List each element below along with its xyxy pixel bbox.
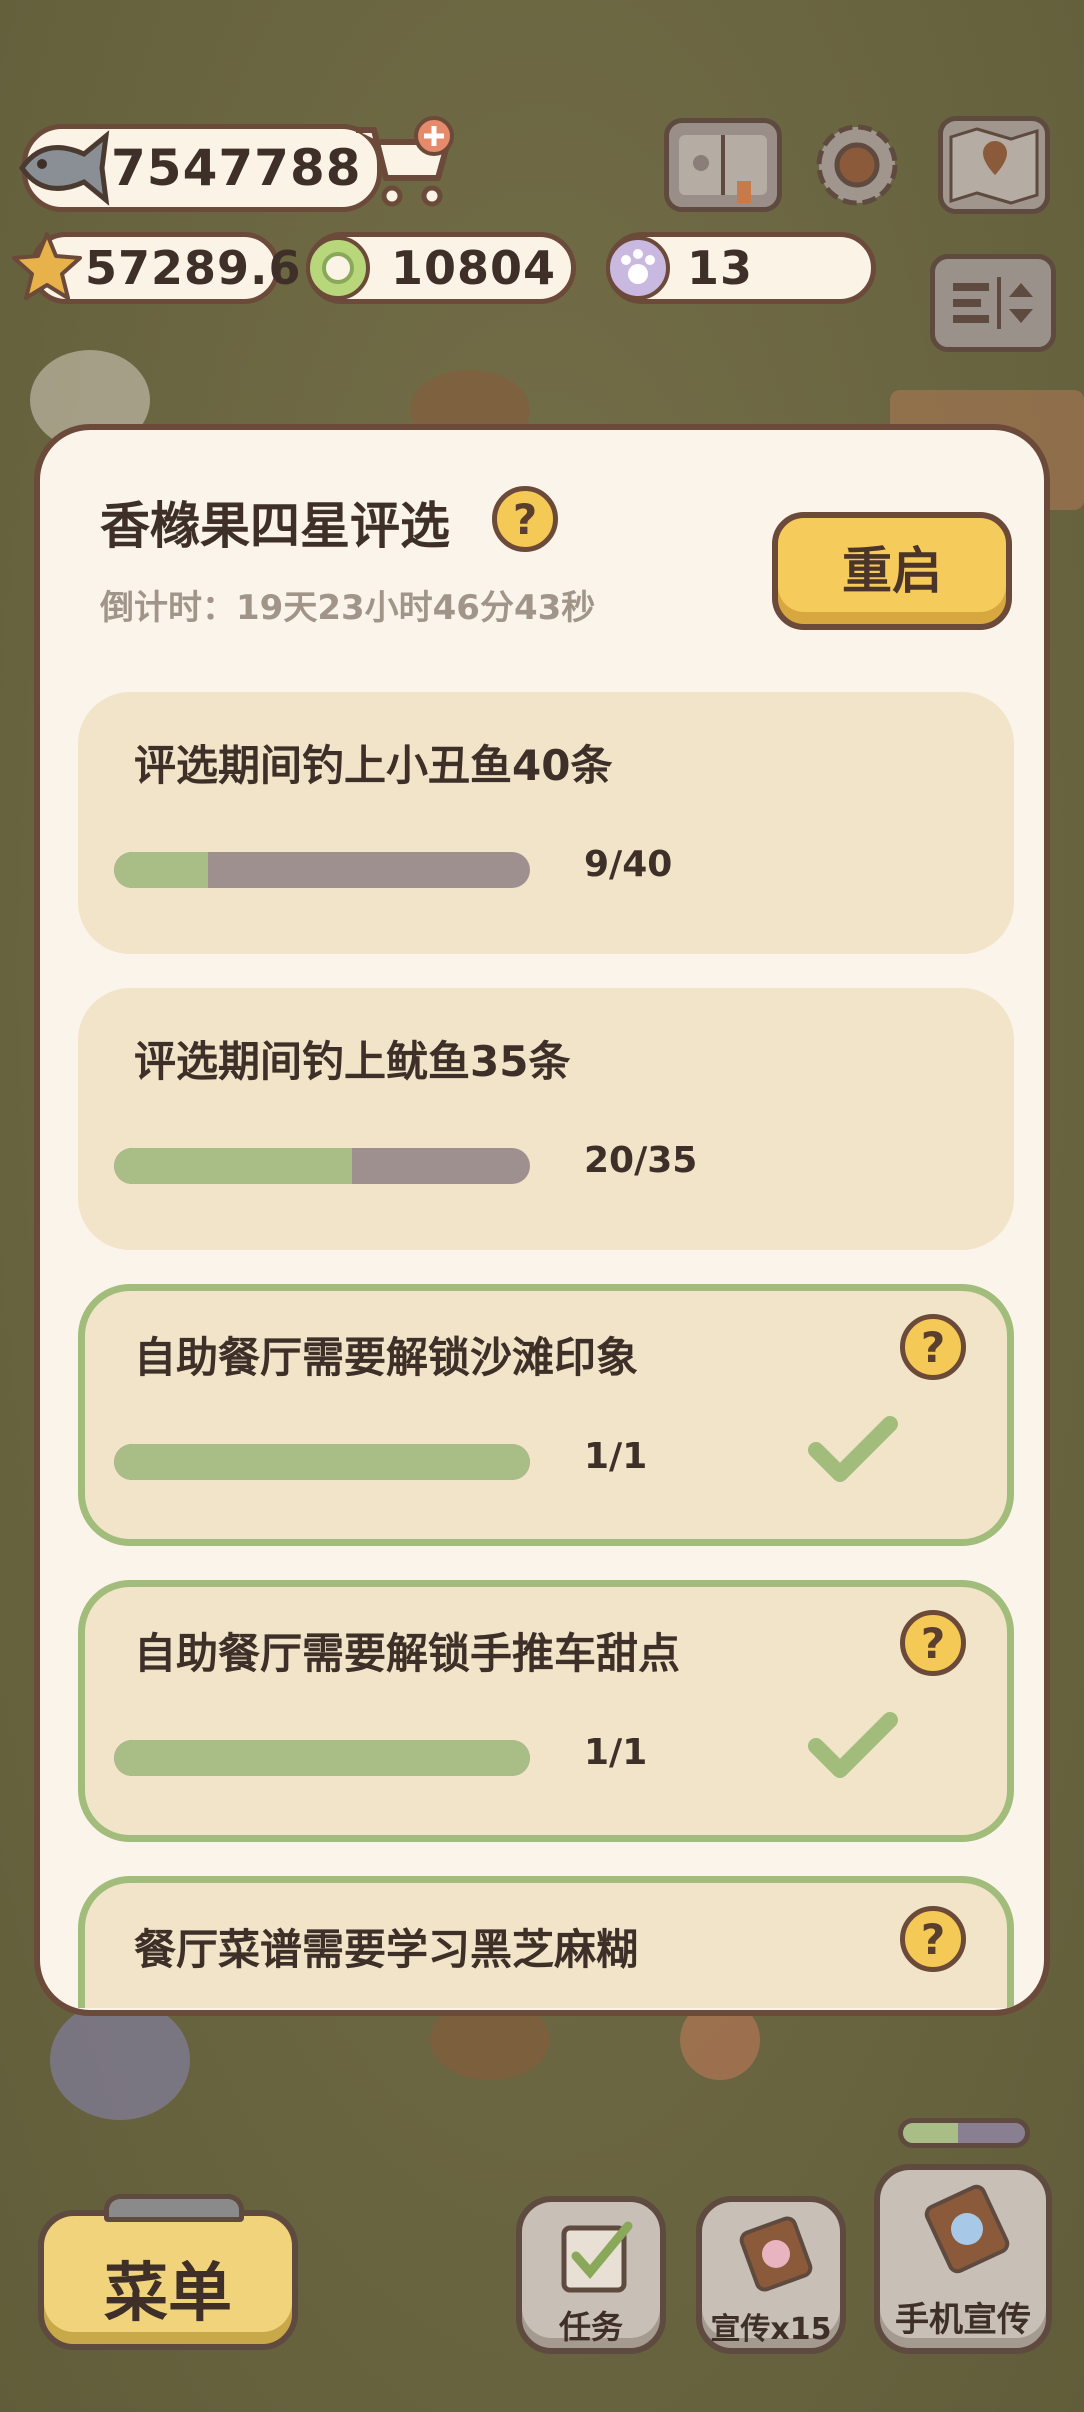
phone-promote-label: 手机宣传 (895, 2300, 1031, 2340)
phone-promote-button[interactable]: 手机宣传 (874, 2164, 1052, 2354)
coin-count-value: 10804 (391, 241, 557, 295)
phone-flyer-icon (924, 2184, 1010, 2274)
help-symbol: ? (920, 1322, 946, 1372)
task-progress-bar (114, 1444, 530, 1480)
paw-count-value: 13 (687, 241, 754, 295)
toggle-layout-button[interactable] (930, 254, 1056, 352)
task-progress-fill (114, 852, 208, 888)
promote-label: 宣传x15 (710, 2312, 832, 2347)
help-symbol: ? (920, 1618, 946, 1668)
restart-button[interactable]: 重启 (772, 512, 1012, 630)
panel-title: 香橼果四星评选 (100, 497, 450, 555)
task-count: 20/35 (584, 1140, 698, 1181)
task-progress-fill (114, 1740, 530, 1776)
star-count-value: 57289.6 (85, 241, 302, 295)
task-title: 自助餐厅需要解锁沙滩印象 (134, 1333, 639, 1382)
task-title: 评选期间钓上小丑鱼40条 (134, 741, 613, 790)
menu-clip-decoration (104, 2194, 244, 2222)
settings-button[interactable] (810, 118, 904, 212)
task-progress-fill (114, 1444, 530, 1480)
help-symbol: ? (920, 1914, 946, 1964)
task-title: 评选期间钓上鱿鱼35条 (134, 1037, 571, 1086)
phone-promote-progress-fill (903, 2123, 958, 2143)
task-item: 评选期间钓上小丑鱼40条 9/40 (78, 692, 1014, 954)
star-icon (12, 232, 82, 300)
tasks-label: 任务 (558, 2308, 623, 2346)
promote-button[interactable]: 宣传x15 (696, 2196, 846, 2354)
evaluation-panel: 香橼果四星评选 ? 倒计时：19天23小时46分43秒 重启 评选期间钓上小丑鱼… (34, 424, 1050, 2016)
tasks-button[interactable]: 任务 (516, 2196, 666, 2354)
fish-count-value: 7547788 (111, 139, 362, 197)
task-title: 自助餐厅需要解锁手推车甜点 (134, 1629, 681, 1678)
book-icon (679, 135, 767, 203)
bg-plant (50, 2000, 190, 2120)
phone-promote-progress (898, 2118, 1030, 2148)
task-item-completed: 自助餐厅需要解锁沙滩印象 ? 1/1 (78, 1284, 1014, 1546)
flyer-icon (739, 2216, 813, 2292)
menu-label: 菜单 (104, 2257, 232, 2331)
task-progress-fill (114, 1148, 352, 1184)
restart-label: 重启 (842, 542, 942, 600)
clipboard-check-icon (561, 2221, 633, 2293)
toggle-layout-icon (953, 277, 1033, 329)
green-coin-icon (306, 236, 370, 300)
map-button[interactable] (938, 116, 1050, 214)
task-help-icon[interactable]: ? (900, 1906, 966, 1972)
checkmark-icon (808, 1416, 898, 1482)
task-count: 1/1 (584, 1436, 648, 1477)
task-title: 餐厅菜谱需要学习黑芝麻糊 (134, 1925, 639, 1974)
task-help-icon[interactable]: ? (900, 1314, 966, 1380)
task-list[interactable]: 评选期间钓上小丑鱼40条 9/40 评选期间钓上鱿鱼35条 20/35 自助餐厅… (78, 692, 1014, 2008)
panel-help-icon[interactable]: ? (492, 486, 558, 552)
book-button[interactable] (664, 118, 782, 212)
countdown-timer: 倒计时：19天23小时46分43秒 (100, 588, 596, 628)
task-count: 1/1 (584, 1732, 648, 1773)
map-icon (949, 127, 1039, 205)
fish-icon (18, 130, 110, 206)
task-help-icon[interactable]: ? (900, 1610, 966, 1676)
help-symbol: ? (512, 494, 538, 544)
task-item: 评选期间钓上鱿鱼35条 20/35 (78, 988, 1014, 1250)
task-progress-bar (114, 1740, 530, 1776)
task-progress-bar (114, 852, 530, 888)
shop-cart-icon[interactable] (350, 116, 460, 212)
checkmark-icon (808, 1712, 898, 1778)
task-count: 9/40 (584, 844, 673, 885)
menu-button[interactable]: 菜单 (38, 2194, 298, 2350)
gear-icon (816, 124, 898, 206)
task-item-completed: 自助餐厅需要解锁手推车甜点 ? 1/1 (78, 1580, 1014, 1842)
task-progress-bar (114, 1148, 530, 1184)
paw-token-icon (606, 236, 670, 300)
task-item-completed: 餐厅菜谱需要学习黑芝麻糊 ? (78, 1876, 1014, 2008)
